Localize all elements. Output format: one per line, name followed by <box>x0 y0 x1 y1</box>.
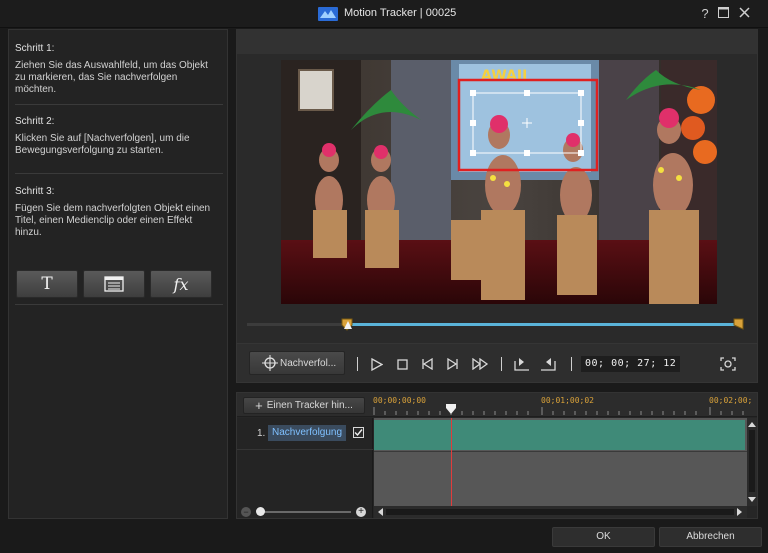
window-title: Motion Tracker | 00025 <box>344 7 457 19</box>
stop-icon <box>396 358 408 370</box>
timeline-ruler[interactable]: 00;00;00;00 00;01;00;02 00;02;00; <box>373 393 752 417</box>
track-number: 1. <box>257 428 266 439</box>
mark-out-icon <box>541 358 556 371</box>
checkmark-icon <box>354 429 363 437</box>
video-preview[interactable]: AWAII <box>281 60 717 304</box>
separator <box>571 357 572 371</box>
step-3-title: Schritt 3: <box>15 186 55 197</box>
ok-button[interactable]: OK <box>552 527 655 547</box>
effect-icon: fx <box>173 274 189 294</box>
step-2-text: Klicken Sie auf [Nachverfolgen], um die … <box>15 133 190 156</box>
track-button[interactable]: Nachverfol... <box>249 351 345 375</box>
step-1-title: Schritt 1: <box>15 43 55 54</box>
track-enabled-checkbox[interactable] <box>353 427 364 438</box>
help-button[interactable]: ? <box>697 5 713 23</box>
zoom-in-button[interactable]: + <box>356 507 366 517</box>
snapshot-button[interactable] <box>717 354 739 374</box>
scroll-right-icon <box>737 508 742 516</box>
timeline-header: + Einen Tracker hin... 00;00;00;00 00;01… <box>237 393 757 417</box>
plus-icon: + <box>255 398 263 413</box>
timecode-display: 00; 00; 27; 12 <box>581 356 681 372</box>
vertical-scrollbar[interactable] <box>747 418 757 506</box>
fast-forward-icon <box>471 358 488 370</box>
crosshair-icon <box>262 355 278 371</box>
zoom-slider-thumb[interactable] <box>256 507 265 516</box>
horizontal-scrollbar[interactable] <box>374 506 747 518</box>
tracking-clip[interactable] <box>374 420 745 450</box>
step-2: Schritt 2: Klicken Sie auf [Nachverfolge… <box>9 116 227 157</box>
previous-frame-button[interactable] <box>417 354 437 374</box>
step-3-text: Fügen Sie dem nachverfolgten Objekt eine… <box>15 203 211 238</box>
title-icon: T <box>41 274 53 294</box>
mark-in-icon <box>514 358 529 371</box>
add-tracker-label: Einen Tracker hin... <box>266 400 353 411</box>
add-media-clip-button[interactable] <box>83 270 145 298</box>
playhead-line <box>451 418 452 506</box>
close-icon <box>738 7 750 18</box>
divider <box>15 173 223 174</box>
step-1: Schritt 1: Ziehen Sie das Auswahlfeld, u… <box>9 43 227 96</box>
step-1-text: Ziehen Sie das Auswahlfeld, um das Objek… <box>15 60 208 95</box>
next-frame-icon <box>446 358 458 370</box>
snapshot-icon <box>720 357 736 371</box>
prev-frame-icon <box>421 358 433 370</box>
instructions-panel: Schritt 1: Ziehen Sie das Auswahlfeld, u… <box>8 29 228 519</box>
title-bar: Motion Tracker | 00025 ? <box>0 0 768 28</box>
media-clip-icon <box>104 276 124 292</box>
playback-controls: Nachverfol... 00; 00; 27; 12 <box>236 343 758 383</box>
zoom-out-button[interactable]: − <box>241 507 251 517</box>
mark-out-handle-icon[interactable] <box>733 317 745 331</box>
close-button[interactable] <box>736 5 752 23</box>
zoom-slider[interactable] <box>257 511 351 513</box>
mark-out-button[interactable] <box>537 354 559 374</box>
ruler-ticks <box>373 407 744 415</box>
next-frame-button[interactable] <box>442 354 462 374</box>
svg-text:AWAII: AWAII <box>481 68 527 84</box>
track-list: 1. Nachverfolgung − + <box>237 418 373 518</box>
playhead-handle-icon[interactable] <box>343 320 353 330</box>
track-button-label: Nachverfol... <box>280 357 337 369</box>
separator <box>357 357 358 371</box>
maximize-icon <box>717 7 729 18</box>
add-title-button[interactable]: T <box>16 270 78 298</box>
step-3: Schritt 3: Fügen Sie dem nachverfolgten … <box>9 186 227 239</box>
preview-panel: AWAII <box>236 29 758 383</box>
stop-button[interactable] <box>392 354 412 374</box>
preview-toolbar <box>237 30 757 54</box>
video-frame: AWAII <box>281 60 717 304</box>
add-tracker-button[interactable]: + Einen Tracker hin... <box>243 397 365 414</box>
timeline-panel: + Einen Tracker hin... 00;00;00;00 00;01… <box>236 392 758 519</box>
track-row[interactable]: 1. Nachverfolgung <box>237 418 373 450</box>
track-area[interactable] <box>374 418 747 506</box>
scroll-down-icon <box>748 497 756 502</box>
scroll-thumb[interactable] <box>749 430 755 492</box>
scroll-left-icon <box>378 508 383 516</box>
play-button[interactable] <box>367 354 387 374</box>
play-icon <box>371 357 383 371</box>
maximize-button[interactable] <box>715 5 731 23</box>
scroll-up-icon <box>748 422 756 427</box>
cancel-button[interactable]: Abbrechen <box>659 527 762 547</box>
track-name[interactable]: Nachverfolgung <box>268 425 346 441</box>
divider <box>15 104 223 105</box>
add-effect-button[interactable]: fx <box>150 270 212 298</box>
mark-in-button[interactable] <box>511 354 533 374</box>
app-logo-icon <box>318 7 338 21</box>
timeline-playhead-icon[interactable] <box>445 403 457 415</box>
track-divider <box>374 451 747 452</box>
separator <box>501 357 502 371</box>
step-2-title: Schritt 2: <box>15 116 55 127</box>
fast-forward-button[interactable] <box>469 354 491 374</box>
scroll-thumb[interactable] <box>386 509 734 515</box>
divider <box>15 304 223 305</box>
seek-range <box>347 323 739 326</box>
